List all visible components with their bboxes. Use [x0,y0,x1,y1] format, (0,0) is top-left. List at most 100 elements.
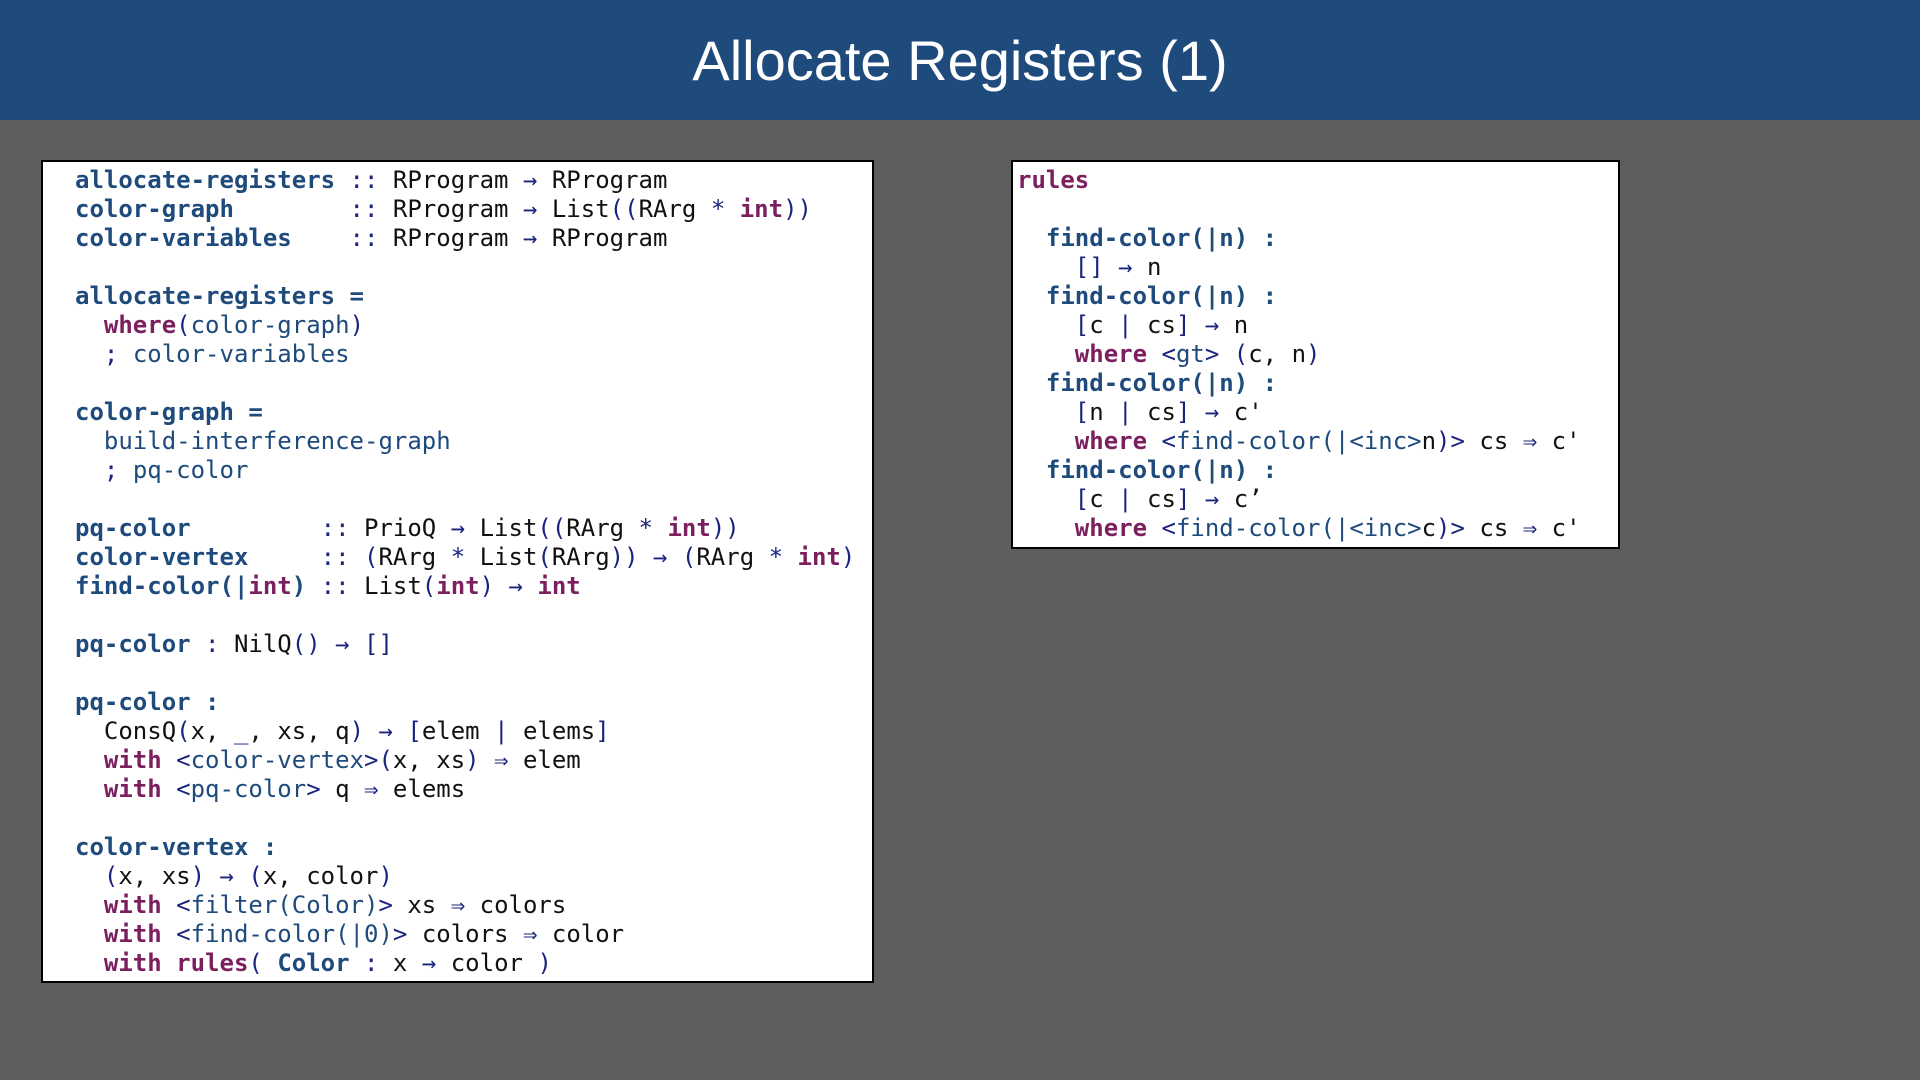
code-token: color-vertex [75,543,249,571]
code-line: color-vertex : [75,833,872,862]
code-token: :: ( [248,543,379,571]
code-token: elems [508,717,596,745]
code-token: n [1147,253,1162,281]
code-line: find-color(|n) : [1017,224,1618,253]
code-token: Color [277,949,350,977]
code-token: find-color(|<inc> [1175,427,1422,455]
code-token: cs [1132,485,1176,513]
code-token: RArg [638,195,711,223]
code-token: :: [233,195,393,223]
code-token: filter(Color) [190,891,379,919]
code-token: ) ⇒ [465,746,523,774]
code-token: find-color(|0) [190,920,393,948]
code-line: with rules( Color : x → color ) [75,949,872,978]
code-token: ⇒ [522,920,552,948]
code-token: pq-color [75,514,191,542]
code-token: with [103,775,162,803]
code-token: (( [609,195,639,223]
code-token: RProgram [392,166,523,194]
code-token: pq-color [75,630,191,658]
code-token: )) [710,514,740,542]
code-line: where <find-color(|<inc>c)> cs ⇒ c' [1017,514,1618,543]
code-token: < [1147,514,1176,542]
code-token: → [522,224,538,252]
code-token: ) [378,862,393,890]
code-token: c [1421,514,1437,542]
code-token: < [1147,427,1176,455]
code-token: RArg [551,543,610,571]
code-line: with <find-color(|0)> colors ⇒ color [75,920,872,949]
code-line: [n | cs] → c' [1017,398,1618,427]
code-token: colors [479,891,567,919]
code-token: | [1118,485,1133,513]
code-token: : [190,630,234,658]
code-line: rules [1017,166,1618,195]
code-token: )> [1436,427,1480,455]
code-token: pq-color : [75,688,220,716]
code-token: List [537,195,610,223]
code-token: ; [103,340,133,368]
code-token: )) [783,195,812,223]
code-token: ( [176,717,191,745]
code-token: find-color(|n) : [1045,369,1278,397]
code-line: color-vertex :: (RArg * List(RArg)) → (R… [75,543,872,572]
code-token: where [1074,427,1148,455]
code-token: → [522,195,538,223]
code-token: * [710,195,726,223]
code-token: c’ [1233,485,1263,513]
code-token: ; [103,456,133,484]
code-token: [ [1074,398,1090,426]
code-line: [c | cs] → c’ [1017,485,1618,514]
code-token: find-color(|n) : [1045,282,1278,310]
code-token: ConsQ [75,717,177,745]
code-token: allocate-registers [75,166,336,194]
code-line: pq-color : [75,688,872,717]
code-token: → [421,949,451,977]
code-token: > ( [1204,340,1249,368]
code-token: color-vertex : [75,833,278,861]
code-token: c' [1551,514,1581,542]
code-token: ⇒ [364,775,393,803]
code-token: find-color(|<inc> [1175,514,1422,542]
code-token: int [797,543,841,571]
code-token: | [1118,311,1133,339]
code-token: List [465,543,538,571]
code-token: color-variables [132,340,350,368]
code-token: color [450,949,538,977]
code-token: ( [421,572,437,600]
code-token: )> [1436,514,1480,542]
code-token: build-interference-graph [103,427,451,455]
code-line: with <pq-color> q ⇒ elems [75,775,872,804]
code-token: , xs, q [248,717,350,745]
code-token: >( [364,746,393,774]
code-line: pq-color :: PrioQ → List((RArg * int)) [75,514,872,543]
code-token: < [161,775,191,803]
code-line: find-color(|n) : [1017,282,1618,311]
code-line: allocate-registers :: RProgram → RProgra… [75,166,872,195]
code-token: RArg [378,543,451,571]
code-token: (( [537,514,567,542]
code-token: ⇒ [1522,427,1552,455]
code-token: n [1421,427,1437,455]
code-token: ) → ( [190,862,263,890]
code-token: allocate-registers = [75,282,364,310]
code-token: int [436,572,480,600]
code-token: elem [421,717,495,745]
